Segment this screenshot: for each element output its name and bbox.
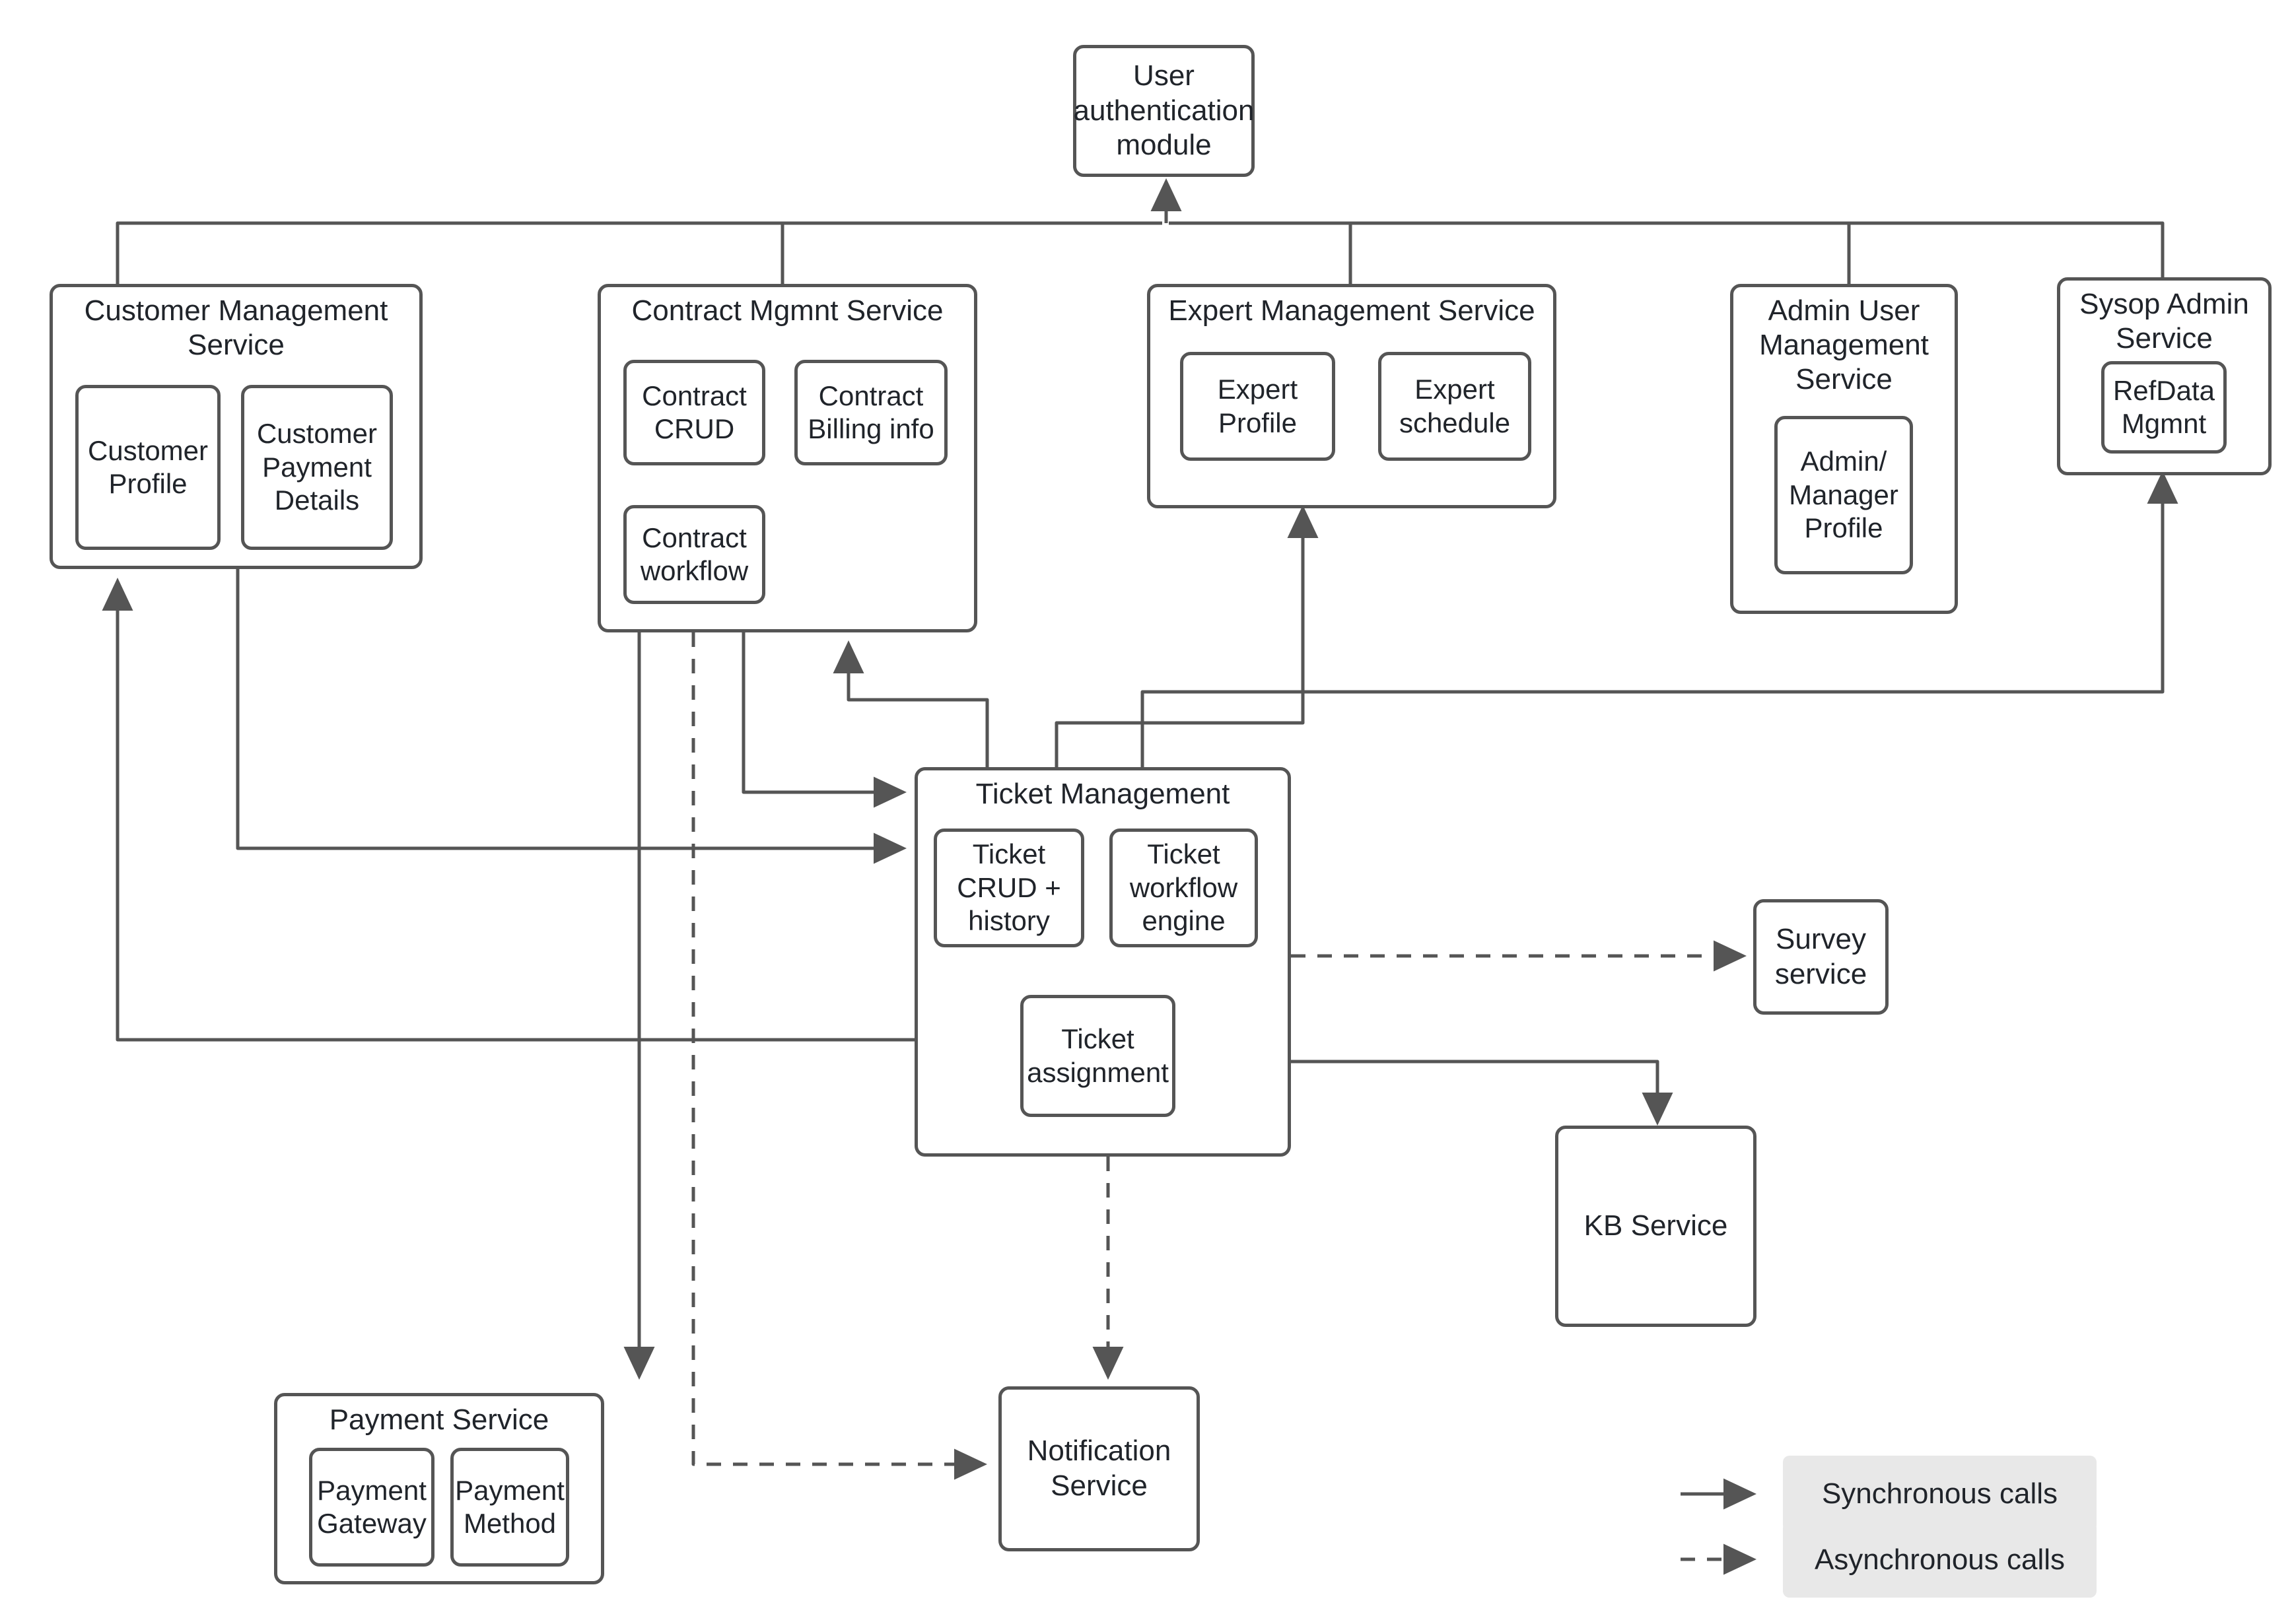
node-title: Contract Mgmnt Service [631,294,944,327]
child-payment-gateway[interactable]: Payment Gateway [309,1448,434,1567]
child-label: Contract Billing info [808,380,934,444]
node-title: Ticket Management [975,778,1230,810]
child-label: Payment Method [455,1474,565,1539]
node-expert-management-service[interactable]: Expert Management Service Expert Profile… [1147,284,1556,508]
child-ticket-assignment[interactable]: Ticket assignment [1020,995,1175,1117]
child-label: Customer Profile [87,434,209,499]
diagram-canvas: User authentication module Customer Mana… [0,0,2294,1624]
child-expert-schedule[interactable]: Expert schedule [1378,352,1531,461]
node-survey-service[interactable]: Survey service [1753,899,1889,1015]
node-kb-service[interactable]: KB Service [1555,1126,1756,1327]
wire-ticket-to-kb [1291,1060,1673,1126]
node-label: User authentication module [1073,59,1255,162]
node-admin-user-management-service[interactable]: Admin User Management Service Admin/ Man… [1730,284,1958,614]
child-label: Payment Gateway [317,1474,427,1539]
wire-customer-to-auth [116,221,1162,284]
node-title: Sysop Admin Service [2079,288,2249,355]
child-contract-crud[interactable]: Contract CRUD [623,360,765,465]
node-title: Expert Management Service [1168,294,1535,327]
legend-item-asynchronous: Asynchronous calls [1783,1522,2097,1598]
node-payment-service[interactable]: Payment Service Payment Gateway Payment … [274,1393,604,1584]
node-sysop-admin-service[interactable]: Sysop Admin Service RefData Mgmnt [2057,277,2272,475]
wire-ticket-to-contract [833,640,989,767]
child-payment-method[interactable]: Payment Method [450,1448,569,1567]
child-customer-payment-details[interactable]: Customer Payment Details [241,385,393,550]
node-contract-mgmnt-service[interactable]: Contract Mgmnt Service Contract CRUD Con… [598,284,977,632]
child-label: Expert Profile [1217,374,1298,438]
wire-ticket-to-expert [1055,505,1319,767]
child-label: Ticket assignment [1027,1023,1169,1088]
child-label: Ticket CRUD + history [957,838,1061,937]
node-customer-management-service[interactable]: Customer Management Service Customer Pro… [50,284,423,569]
child-label: Admin/ Manager Profile [1789,446,1898,544]
child-admin-manager-profile[interactable]: Admin/ Manager Profile [1774,416,1913,574]
node-ticket-management[interactable]: Ticket Management Ticket CRUD + history … [915,767,1291,1157]
child-ticket-workflow-engine[interactable]: Ticket workflow engine [1109,829,1258,947]
legend-item-synchronous: Synchronous calls [1783,1456,2097,1532]
child-expert-profile[interactable]: Expert Profile [1180,352,1335,461]
node-label: KB Service [1583,1209,1728,1242]
wire-contract-to-ticket [742,632,907,808]
child-label: Contract CRUD [642,380,747,444]
node-label: Survey service [1774,922,1867,990]
child-contract-billing-info[interactable]: Contract Billing info [794,360,948,465]
node-title: Customer Management Service [84,294,388,361]
child-contract-workflow[interactable]: Contract workflow [623,505,765,604]
legend-label: Asynchronous calls [1814,1543,2066,1576]
child-label: Expert schedule [1399,374,1511,438]
legend-label: Synchronous calls [1821,1477,2058,1510]
wire-sysop-to-auth [1169,221,2165,277]
node-notification-service[interactable]: Notification Service [998,1386,1200,1551]
child-customer-profile[interactable]: Customer Profile [75,385,221,550]
child-label: Contract workflow [640,522,749,586]
child-refdata-mgmnt[interactable]: RefData Mgmnt [2101,361,2227,454]
node-title: Payment Service [329,1404,549,1436]
child-ticket-crud-history[interactable]: Ticket CRUD + history [934,829,1084,947]
child-label: Ticket workflow engine [1129,838,1238,937]
node-user-authentication-module[interactable]: User authentication module [1073,45,1255,177]
child-label: RefData Mgmnt [2112,374,2215,439]
node-label: Notification Service [1027,1435,1171,1502]
node-title: Admin User Management Service [1759,294,1929,395]
child-label: Customer Payment Details [256,418,378,516]
